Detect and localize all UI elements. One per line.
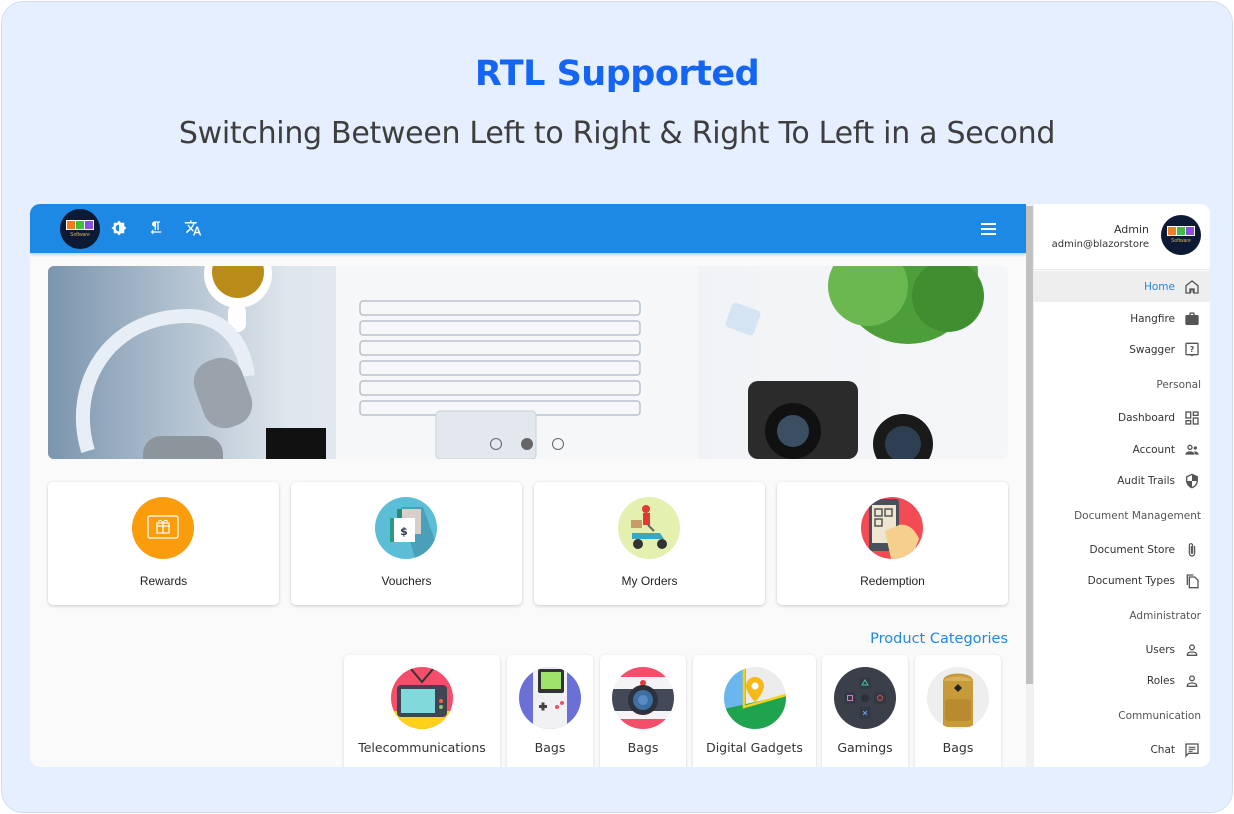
card-label: Vouchers	[381, 574, 432, 588]
top-app-bar: Software	[30, 204, 1026, 253]
card-redemption[interactable]: Redemption	[777, 482, 1008, 605]
shield-icon	[1183, 472, 1201, 490]
sidebar-item-home[interactable]: Home	[1034, 271, 1210, 302]
help-box-icon: ?	[1183, 341, 1201, 359]
gamepad-icon	[834, 667, 896, 729]
sidebar-item-label: Users	[1145, 643, 1175, 656]
map-pin-icon	[723, 667, 786, 729]
sidebar-item-document-types[interactable]: Document Types	[1034, 565, 1210, 596]
sidebar-item-label: Swagger	[1129, 343, 1175, 356]
category-digital-gadgets[interactable]: Digital Gadgets	[693, 655, 816, 767]
sidebar-item-label: Document Types	[1087, 574, 1175, 587]
sidebar-item-dashboard[interactable]: Dashboard	[1034, 402, 1210, 433]
sidebar-item-account[interactable]: Account	[1034, 434, 1210, 465]
category-label: Telecommunications	[358, 740, 486, 755]
app-logo[interactable]: Software	[60, 209, 100, 249]
carousel-dot-2[interactable]	[521, 438, 533, 450]
main-scrollbar[interactable]	[1026, 204, 1033, 767]
tv-icon	[391, 667, 453, 729]
sidebar-item-label: Hangfire	[1130, 312, 1175, 325]
category-label: Bags	[942, 740, 974, 755]
card-label: Redemption	[860, 574, 925, 588]
hamburger-menu-icon[interactable]	[976, 218, 1000, 240]
delivery-scooter-icon	[618, 497, 680, 559]
paragraph-rtl-icon[interactable]	[145, 217, 167, 239]
category-label: Gamings	[837, 740, 893, 755]
app-window: Software Rewards $ Vouchers My Orders Re…	[30, 204, 1210, 767]
category-telecommunications[interactable]: Telecommunications	[344, 655, 500, 767]
carousel-dot-1[interactable]	[490, 438, 502, 450]
qr-scan-icon	[861, 497, 923, 559]
category-label: Bags	[627, 740, 659, 755]
sidebar-item-roles[interactable]: Roles	[1034, 665, 1210, 696]
sidebar-section-communication: Communication	[1118, 710, 1201, 722]
sidebar-item-chat[interactable]: Chat	[1034, 734, 1210, 765]
avatar[interactable]: Software	[1161, 215, 1201, 255]
hero-subtitle: Switching Between Left to Right & Right …	[178, 116, 1056, 151]
paperclip-icon	[1183, 541, 1201, 559]
banner-image	[48, 266, 1008, 459]
user-profile[interactable]: Admin admin@blazorstore Software	[1034, 204, 1210, 270]
home-icon	[1183, 278, 1201, 296]
sidebar-nav: Admin admin@blazorstore Software Home Ha…	[1033, 204, 1210, 767]
chat-icon	[1183, 741, 1201, 759]
product-categories-title[interactable]: Product Categories	[830, 631, 1008, 647]
card-label: My Orders	[621, 574, 678, 588]
carousel-dot-3[interactable]	[552, 438, 564, 450]
card-vouchers[interactable]: $ Vouchers	[291, 482, 522, 605]
sidebar-item-label: Chat	[1150, 743, 1175, 756]
scrollbar-thumb[interactable]	[1026, 206, 1033, 684]
card-rewards[interactable]: Rewards	[48, 482, 279, 605]
category-label: Bags	[534, 740, 566, 755]
copy-icon	[1183, 572, 1201, 590]
translate-icon[interactable]	[182, 217, 204, 239]
sidebar-section-personal: Personal	[1156, 379, 1201, 391]
account-group-icon	[1183, 441, 1201, 459]
carousel-indicators	[490, 438, 564, 450]
voucher-icon: $	[375, 497, 437, 559]
sidebar-item-users[interactable]: Users	[1034, 634, 1210, 665]
svg-text:$: $	[400, 525, 408, 538]
user-email: admin@blazorstore	[1051, 239, 1149, 250]
card-label: Rewards	[139, 574, 188, 588]
sidebar-section-document-management: Document Management	[1074, 510, 1201, 522]
user-icon	[1183, 672, 1201, 690]
sidebar-item-label: Home	[1143, 280, 1175, 293]
page-frame: RTL Supported Switching Between Left to …	[1, 1, 1233, 813]
sidebar-item-swagger[interactable]: Swagger ?	[1034, 334, 1210, 365]
category-gamings[interactable]: Gamings	[822, 655, 908, 767]
sidebar-item-label: Roles	[1146, 674, 1175, 687]
category-bags-2[interactable]: Bags	[600, 655, 686, 767]
hero-title: RTL Supported	[474, 54, 760, 94]
category-label: Digital Gadgets	[706, 740, 803, 755]
sidebar-item-label: Account	[1132, 443, 1175, 456]
sidebar-item-document-store[interactable]: Document Store	[1034, 534, 1210, 565]
gift-card-icon	[132, 497, 194, 559]
sidebar-item-label: Dashboard	[1118, 411, 1175, 424]
banner-carousel[interactable]	[48, 266, 1008, 459]
backpack-icon	[927, 667, 989, 729]
briefcase-icon	[1183, 310, 1201, 328]
brightness-icon[interactable]	[108, 217, 130, 239]
card-my-orders[interactable]: My Orders	[534, 482, 765, 605]
sidebar-item-audit-trails[interactable]: Audit Trails	[1034, 465, 1210, 496]
sidebar-item-hangfire[interactable]: Hangfire	[1034, 303, 1210, 334]
sidebar-section-administrator: Administrator	[1129, 610, 1201, 622]
dashboard-icon	[1183, 409, 1201, 427]
sidebar-item-label: Audit Trails	[1117, 474, 1175, 487]
user-icon	[1183, 641, 1201, 659]
category-bags-3[interactable]: Bags	[915, 655, 1001, 767]
gameboy-icon	[519, 667, 581, 729]
user-name: Admin	[1113, 223, 1149, 236]
camera-icon	[612, 667, 674, 729]
category-bags-1[interactable]: Bags	[507, 655, 593, 767]
svg-text:?: ?	[1190, 345, 1195, 354]
sidebar-item-label: Document Store	[1089, 543, 1176, 556]
